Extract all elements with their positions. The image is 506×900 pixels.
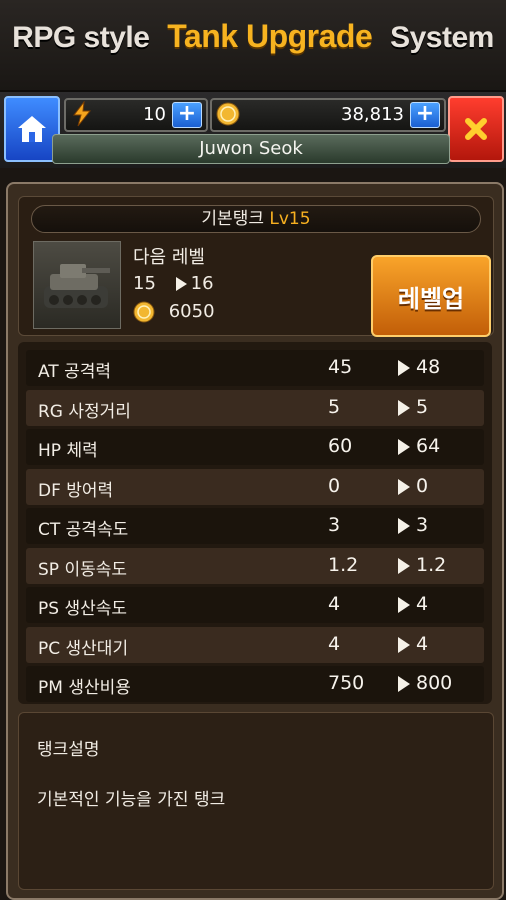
stat-current: 4 xyxy=(328,593,341,615)
stat-next: 3 xyxy=(416,514,429,536)
tank-card: 기본탱크 Lv15 다음 레벨 15 16 6050 레벨업 xyxy=(18,196,494,337)
stat-name: PS 생산속도 xyxy=(38,599,128,619)
stat-current: 0 xyxy=(328,474,341,497)
stat-row: PM 생산비용 750 800 xyxy=(26,666,484,702)
arrow-right-icon xyxy=(398,636,410,653)
plus-icon: + xyxy=(177,101,197,126)
gold-counter: 38,813 + xyxy=(210,98,446,132)
level-up-button[interactable]: 레벨업 xyxy=(371,255,491,337)
stat-row: RG 사정거리 5 5 xyxy=(26,389,484,426)
app-title: RPG style Tank Upgrade System xyxy=(0,18,506,55)
tank-icon xyxy=(44,264,110,308)
arrow-right-icon xyxy=(398,478,410,495)
upgrade-panel: 기본탱크 Lv15 다음 레벨 15 16 6050 레벨업 AT 공격력 45… xyxy=(6,182,504,900)
resource-bar: 10 + 38,813 + Juwon Seok xyxy=(0,92,506,168)
stat-next: 4 xyxy=(416,593,429,615)
add-gold-button[interactable]: + xyxy=(410,102,440,128)
stat-row: AT 공격력 45 48 xyxy=(26,350,484,386)
stats-table: AT 공격력 45 48 RG 사정거리 5 5 HP 체력 60 64 DF 방어력 0 0 CT 공… xyxy=(18,342,492,704)
arrow-right-icon xyxy=(398,557,410,574)
level-progression: 15 16 xyxy=(133,273,214,294)
close-button[interactable] xyxy=(448,96,504,162)
stat-row: CT 공격속도 3 3 xyxy=(26,508,484,544)
stat-name: PM 생산비용 xyxy=(38,678,131,698)
energy-counter: 10 + xyxy=(64,98,208,132)
stat-name: RG 사정거리 xyxy=(38,401,131,422)
stat-next: 0 xyxy=(416,474,429,497)
stat-current: 5 xyxy=(328,395,341,418)
energy-value: 10 xyxy=(143,104,166,125)
tank-header: 기본탱크 Lv15 xyxy=(31,205,481,233)
stat-name: CT 공격속도 xyxy=(38,520,129,540)
stat-name: SP 이동속도 xyxy=(38,559,128,580)
stat-current: 45 xyxy=(328,356,353,378)
description-text: 기본적인 기능을 가진 탱크 xyxy=(37,790,226,810)
stat-current: 4 xyxy=(328,632,341,655)
coin-icon xyxy=(133,301,155,323)
tank-description: 탱크설명 기본적인 기능을 가진 탱크 xyxy=(18,712,494,890)
gold-value: 38,813 xyxy=(341,104,404,125)
stat-row: DF 방어력 0 0 xyxy=(26,468,484,505)
home-icon xyxy=(18,116,46,142)
stat-current: 3 xyxy=(328,514,341,536)
stat-next: 64 xyxy=(416,435,441,457)
stat-row: PC 생산대기 4 4 xyxy=(26,626,484,663)
arrow-right-icon xyxy=(398,360,410,376)
stat-next: 48 xyxy=(416,356,441,378)
tank-name: 기본탱크 xyxy=(201,209,264,229)
coin-icon xyxy=(216,102,240,126)
arrow-right-icon xyxy=(175,277,187,291)
stat-next: 4 xyxy=(416,632,429,655)
stat-name: DF 방어력 xyxy=(38,480,114,501)
title-accent: Tank Upgrade xyxy=(167,18,373,54)
plus-icon: + xyxy=(415,101,435,126)
stat-current: 750 xyxy=(328,672,365,694)
lightning-icon xyxy=(72,101,92,127)
cost-value: 6050 xyxy=(168,301,215,322)
stat-next: 1.2 xyxy=(416,553,447,576)
tank-level: Lv15 xyxy=(269,209,311,229)
stat-next: 5 xyxy=(416,395,429,418)
stat-row: HP 체력 60 64 xyxy=(26,429,484,465)
player-name: Juwon Seok xyxy=(52,134,450,164)
tank-image xyxy=(33,241,121,329)
close-icon xyxy=(465,118,487,140)
title-prefix: RPG style xyxy=(12,21,150,54)
next-level-label: 다음 레벨 xyxy=(133,247,205,268)
current-level: 15 xyxy=(133,273,156,294)
stat-current: 60 xyxy=(328,435,353,457)
arrow-right-icon xyxy=(398,676,410,692)
upgrade-cost: 6050 xyxy=(133,301,215,323)
stat-row: SP 이동속도 1.2 1.2 xyxy=(26,547,484,584)
stat-current: 1.2 xyxy=(328,553,359,576)
title-suffix: System xyxy=(390,21,494,54)
stat-row: PS 생산속도 4 4 xyxy=(26,587,484,623)
arrow-right-icon xyxy=(398,399,410,416)
stat-name: HP 체력 xyxy=(38,441,98,461)
app-header: RPG style Tank Upgrade System xyxy=(0,0,506,92)
stat-name: AT 공격력 xyxy=(38,362,112,382)
add-energy-button[interactable]: + xyxy=(172,102,202,128)
next-level: 16 xyxy=(190,273,214,294)
stat-name: PC 생산대기 xyxy=(38,638,129,659)
stat-next: 800 xyxy=(416,672,453,694)
arrow-right-icon xyxy=(398,439,410,455)
arrow-right-icon xyxy=(398,597,410,613)
description-title: 탱크설명 xyxy=(37,740,100,760)
arrow-right-icon xyxy=(398,518,410,534)
